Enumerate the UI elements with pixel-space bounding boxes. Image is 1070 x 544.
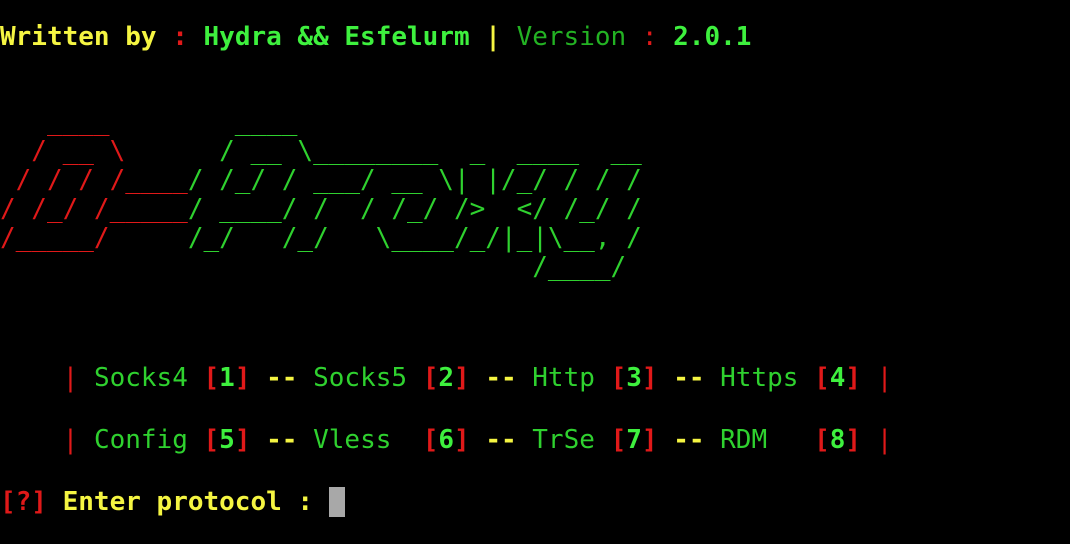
- banner-red-part: /_____/: [0, 223, 110, 253]
- menu-separator: --: [266, 363, 298, 393]
- banner-row: /_____/ /_/ /_/ \____/_/|_|\__, /: [0, 224, 642, 253]
- banner-row: / __ \ / __ \________ _ ____ __: [0, 137, 642, 166]
- prompt-line: [?] Enter protocol :: [0, 487, 345, 518]
- banner-row: /____/: [0, 253, 642, 282]
- menu-pipe: |: [62, 425, 79, 455]
- header-separator: :: [156, 22, 204, 52]
- version-label: Version: [516, 22, 627, 52]
- banner-row: ____ ____: [0, 108, 642, 137]
- option-number-3: 3: [626, 363, 642, 393]
- menu-option-rdm[interactable]: RDM: [720, 425, 798, 455]
- banner-red-part: / / / /____: [0, 165, 188, 195]
- menu-option-socks5[interactable]: Socks5: [313, 363, 407, 393]
- menu-option-trse[interactable]: TrSe: [532, 425, 595, 455]
- menu-pipe: |: [62, 363, 79, 393]
- option-number-5: 5: [219, 425, 235, 455]
- banner-green-part: ____: [109, 107, 298, 137]
- prompt-text: Enter protocol :: [62, 487, 329, 517]
- option-number-2: 2: [438, 363, 454, 393]
- option-number-1: 1: [219, 363, 235, 393]
- version-separator: :: [626, 22, 674, 52]
- menu-separator: --: [673, 425, 705, 455]
- menu-pipe: |: [876, 363, 893, 393]
- banner-green-part: /_/ /_/ \____/_/|_|\__, /: [109, 223, 642, 253]
- authors: Hydra && Esfelurm: [203, 22, 470, 52]
- menu-option-socks4[interactable]: Socks4: [94, 363, 188, 393]
- menu-separator: --: [266, 425, 298, 455]
- banner-red-part: / /_/ /_____: [0, 194, 188, 224]
- banner-green-part: /____/: [0, 252, 627, 282]
- prompt-marker: [?]: [0, 487, 47, 517]
- option-number-7: 7: [626, 425, 642, 455]
- menu-separator: --: [485, 363, 517, 393]
- menu-option-http[interactable]: Http: [532, 363, 595, 393]
- banner-green-part: / __ \________ _ ____ __: [125, 136, 642, 166]
- banner-red-part: ____: [0, 107, 110, 137]
- menu-row-1: | Socks4 [1] -- Socks5 [2] -- Http [3] -…: [62, 363, 893, 393]
- banner-red-part: / __ \: [0, 136, 126, 166]
- menu-option-vless[interactable]: Vless: [313, 425, 407, 455]
- ascii-banner: ____ ____ / __ \ / __ \________ _ ____ _…: [0, 108, 642, 282]
- banner-green-part: / /_/ / ___/ __ \| |/_/ / / /: [187, 165, 642, 195]
- written-by-label: Written by: [0, 22, 157, 52]
- menu-separator: --: [673, 363, 705, 393]
- banner-row: / /_/ /_____/ ____/ / / /_/ /> </ /_/ /: [0, 195, 642, 224]
- header-pipe: |: [469, 22, 517, 52]
- menu-row-2: | Config [5] -- Vless [6] -- TrSe [7] --…: [62, 425, 893, 455]
- option-number-8: 8: [829, 425, 846, 455]
- menu-option-https[interactable]: Https: [720, 363, 798, 393]
- menu-option-config[interactable]: Config: [94, 425, 188, 455]
- menu-separator: --: [485, 425, 517, 455]
- banner-green-part: / ____/ / / /_/ /> </ /_/ /: [187, 194, 642, 224]
- terminal-cursor[interactable]: [328, 487, 345, 517]
- menu-pipe: |: [876, 425, 893, 455]
- banner-row: / / / /____/ /_/ / ___/ __ \| |/_/ / / /: [0, 166, 642, 195]
- option-number-4: 4: [829, 363, 846, 393]
- version-number: 2.0.1: [673, 22, 752, 52]
- header-line: Written by : Hydra && Esfelurm | Version…: [0, 22, 751, 53]
- option-number-6: 6: [438, 425, 454, 455]
